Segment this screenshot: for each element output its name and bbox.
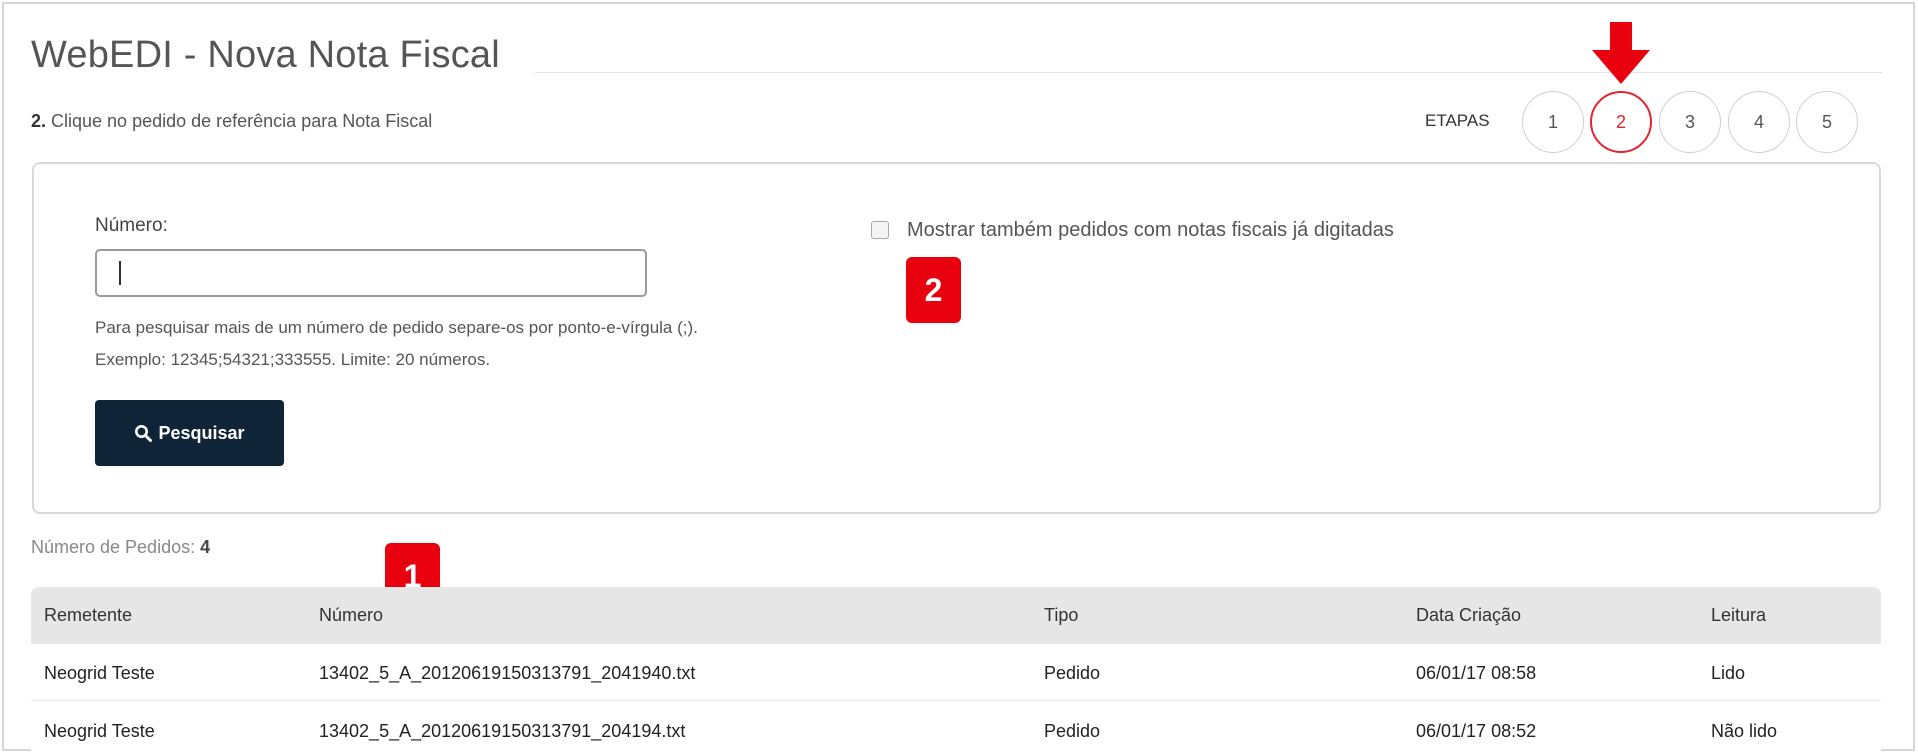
cell-numero[interactable]: 13402_5_A_20120619150313791_204194.txt [319, 721, 685, 742]
search-panel [32, 162, 1881, 514]
column-header-data-criacao[interactable]: Data Criação [1416, 605, 1521, 626]
table-row[interactable] [31, 702, 1881, 753]
order-count-value: 4 [200, 537, 211, 557]
table-row[interactable] [31, 644, 1881, 701]
cell-numero[interactable]: 13402_5_A_20120619150313791_2041940.txt [319, 663, 695, 684]
search-hint-line2: Exemplo: 12345;54321;333555. Limite: 20 … [95, 350, 491, 369]
cell-remetente: Neogrid Teste [44, 663, 155, 683]
numero-input[interactable] [95, 249, 647, 297]
instruction-step-number: 2. [31, 111, 47, 131]
step-instruction: 2. Clique no pedido de referência para N… [31, 111, 432, 132]
cell-leitura: Não lido [1711, 721, 1778, 741]
search-icon [135, 425, 153, 442]
annotation-badge-2: 2 [906, 257, 961, 323]
orders-table-header [31, 587, 1881, 644]
column-header-remetente[interactable]: Remetente [44, 605, 132, 626]
text-caret [119, 261, 121, 285]
step-2-active[interactable]: 2 [1590, 91, 1652, 153]
numero-label: Número: [95, 215, 168, 236]
order-count-label: Número de Pedidos: [31, 537, 196, 557]
search-hint-line1: Para pesquisar mais de um número de pedi… [95, 318, 698, 337]
show-typed-orders-checkbox[interactable] [871, 221, 889, 239]
search-button-label: Pesquisar [158, 422, 245, 443]
page-title: WebEDI - Nova Nota Fiscal [31, 34, 500, 76]
step-3[interactable]: 3 [1659, 91, 1721, 153]
step-1[interactable]: 1 [1522, 91, 1584, 153]
cell-data-criacao: 06/01/17 08:52 [1416, 721, 1537, 741]
show-typed-orders-label[interactable]: Mostrar também pedidos com notas fiscais… [907, 219, 1394, 242]
column-header-leitura[interactable]: Leitura [1711, 605, 1766, 626]
search-button[interactable]: Pesquisar [95, 400, 284, 466]
step-5[interactable]: 5 [1796, 91, 1858, 153]
title-divider [535, 72, 1882, 73]
order-count: Número de Pedidos: 4 [31, 537, 210, 558]
cell-tipo: Pedido [1044, 721, 1101, 741]
instruction-text: Clique no pedido de referência para Nota… [46, 111, 433, 131]
cell-data-criacao: 06/01/17 08:58 [1416, 663, 1537, 683]
cell-remetente: Neogrid Teste [44, 721, 155, 741]
column-header-numero[interactable]: Número [319, 605, 383, 626]
cell-leitura: Lido [1711, 663, 1746, 683]
step-4[interactable]: 4 [1728, 91, 1790, 153]
arrow-down-icon [1592, 22, 1650, 84]
cell-tipo: Pedido [1044, 663, 1101, 683]
column-header-tipo[interactable]: Tipo [1044, 605, 1078, 626]
steps-label: ETAPAS [1425, 111, 1490, 130]
